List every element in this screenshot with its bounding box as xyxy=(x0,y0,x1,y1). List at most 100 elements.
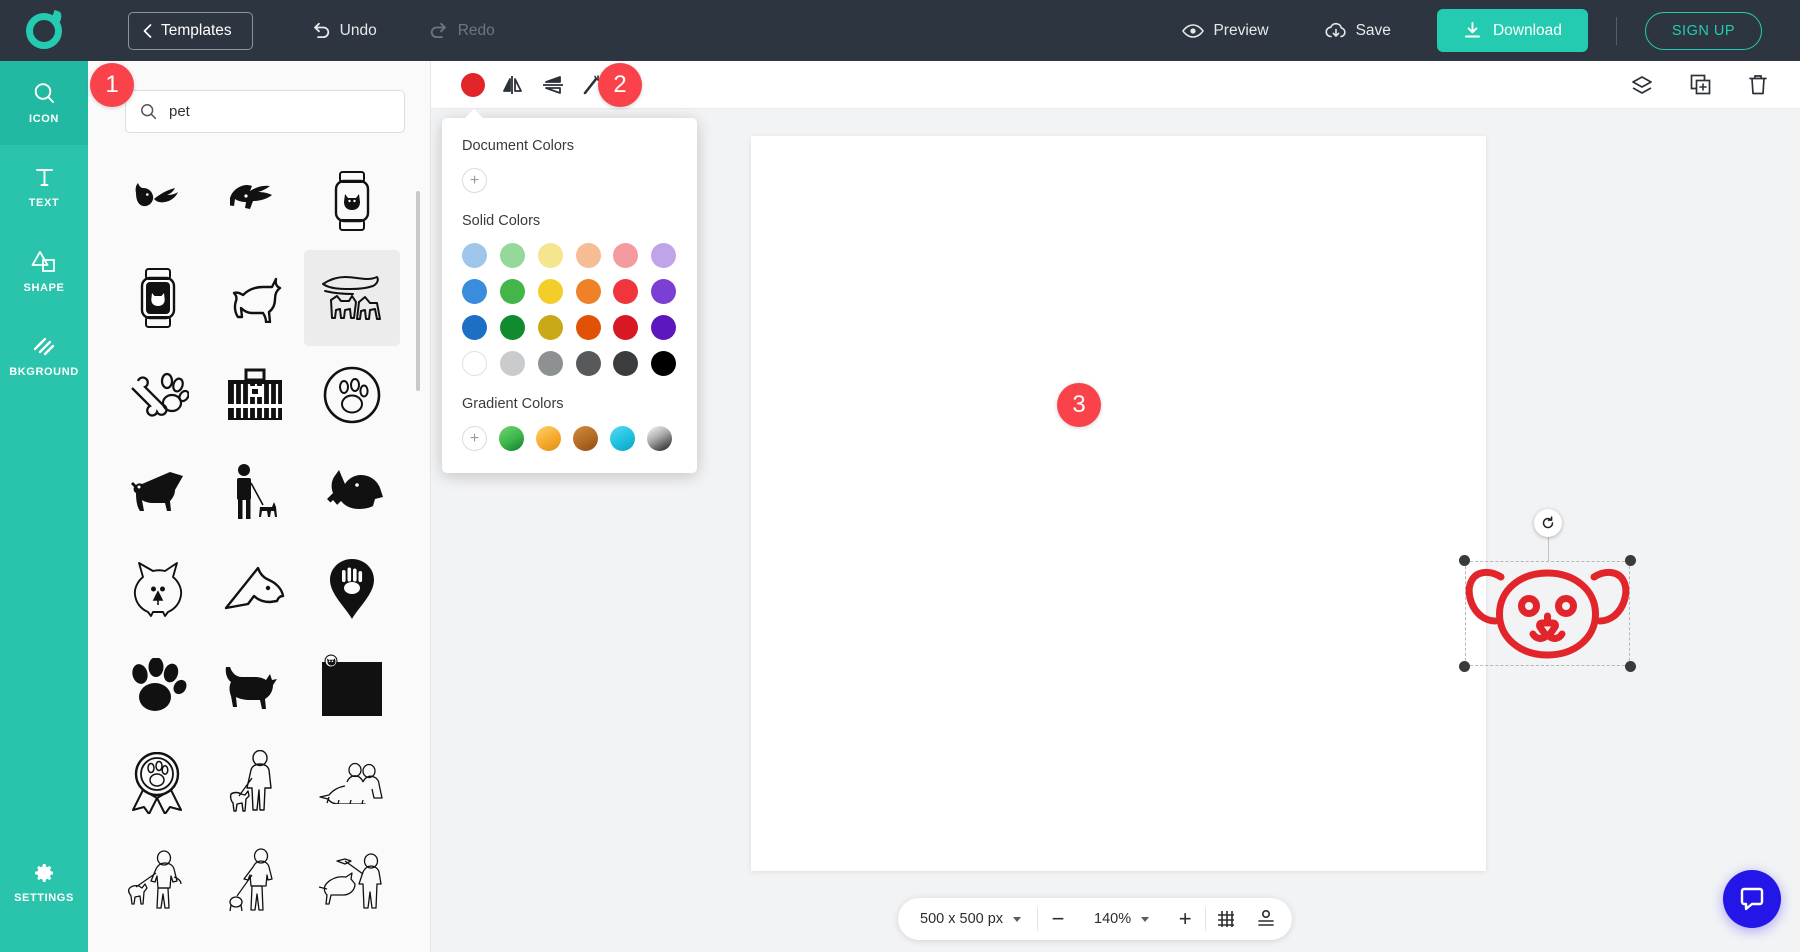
solid-color-swatch-21[interactable] xyxy=(576,351,601,376)
solid-color-swatch-15[interactable] xyxy=(576,315,601,340)
resize-handle-bottom-left[interactable] xyxy=(1459,661,1470,672)
icon-result-woman-walking-dog-outline[interactable] xyxy=(110,832,206,928)
icon-result-woman-walking-pug-outline[interactable] xyxy=(207,832,303,928)
icon-result-woman-holding-dog-outline[interactable] xyxy=(110,929,206,952)
signup-button[interactable]: SIGN UP xyxy=(1645,12,1762,50)
icon-result-dog-head-collar-solid[interactable] xyxy=(304,444,400,540)
solid-color-swatch-6[interactable] xyxy=(462,279,487,304)
search-box[interactable] xyxy=(125,90,405,133)
icon-result-dog-standing-outline[interactable] xyxy=(207,250,303,346)
zoom-level-selector[interactable]: 140% xyxy=(1078,898,1165,940)
app-root: Templates Undo Redo Preview xyxy=(0,0,1800,952)
solid-color-swatch-20[interactable] xyxy=(538,351,563,376)
solid-color-swatch-13[interactable] xyxy=(500,315,525,340)
icon-result-paw-award-ribbon-outline[interactable] xyxy=(110,735,206,831)
solid-color-swatch-3[interactable] xyxy=(576,243,601,268)
solid-color-swatch-14[interactable] xyxy=(538,315,563,340)
rotate-handle[interactable] xyxy=(1534,509,1562,537)
icon-result-wolf-face-outline[interactable] xyxy=(110,541,206,637)
solid-color-swatch-11[interactable] xyxy=(651,279,676,304)
solid-color-swatch-17[interactable] xyxy=(651,315,676,340)
solid-color-swatch-22[interactable] xyxy=(613,351,638,376)
solid-color-swatch-7[interactable] xyxy=(500,279,525,304)
sidebar-item-settings[interactable]: SETTINGS xyxy=(0,840,88,924)
app-logo[interactable] xyxy=(0,0,88,61)
icon-result-dog-with-hand-petting[interactable] xyxy=(207,153,303,249)
solid-color-swatch-10[interactable] xyxy=(613,279,638,304)
preview-button[interactable]: Preview xyxy=(1172,14,1278,48)
resize-handle-bottom-right[interactable] xyxy=(1625,661,1636,672)
gradient-color-swatch-3[interactable] xyxy=(610,426,635,451)
search-input[interactable] xyxy=(169,103,369,120)
step-badge-3: 3 xyxy=(1057,383,1101,427)
flip-vertical-icon xyxy=(541,75,565,95)
color-picker-swatch[interactable] xyxy=(453,65,493,105)
icon-result-smartwatch-cat-solid[interactable] xyxy=(110,250,206,346)
download-label: Download xyxy=(1493,22,1562,40)
icon-result-dog-head-profile-outline[interactable] xyxy=(207,541,303,637)
solid-color-swatch-1[interactable] xyxy=(500,243,525,268)
icon-result-paw-in-circle-outline[interactable] xyxy=(304,347,400,443)
undo-button[interactable]: Undo xyxy=(301,14,387,48)
redo-button[interactable]: Redo xyxy=(419,14,505,48)
icon-result-cat-and-dog-silhouette[interactable] xyxy=(110,153,206,249)
download-button[interactable]: Download xyxy=(1437,9,1588,52)
solid-color-swatch-0[interactable] xyxy=(462,243,487,268)
icon-result-person-back-walking-dog-outline[interactable] xyxy=(207,735,303,831)
flip-vertical-button[interactable] xyxy=(533,65,573,105)
solid-color-swatch-18[interactable] xyxy=(462,351,487,376)
solid-color-swatch-9[interactable] xyxy=(576,279,601,304)
resize-handle-top-right[interactable] xyxy=(1625,555,1636,566)
sidebar-item-shape[interactable]: SHAPE xyxy=(0,229,88,313)
gradient-color-swatch-4[interactable] xyxy=(647,426,672,451)
sidebar-item-background[interactable]: BKGROUND xyxy=(0,313,88,397)
gradient-color-swatch-1[interactable] xyxy=(536,426,561,451)
save-button[interactable]: Save xyxy=(1315,14,1401,48)
icon-result-woman-throwing-toy-dog-outline[interactable] xyxy=(304,832,400,928)
icon-result-hand-petting-dogs-outline[interactable] xyxy=(304,250,400,346)
solid-color-swatch-8[interactable] xyxy=(538,279,563,304)
delete-button[interactable] xyxy=(1738,65,1778,105)
zoom-in-button[interactable]: + xyxy=(1165,898,1205,940)
solid-color-swatch-12[interactable] xyxy=(462,315,487,340)
solid-color-swatch-16[interactable] xyxy=(613,315,638,340)
gradient-color-swatch-2[interactable] xyxy=(573,426,598,451)
icon-result-dog-badge-square-solid[interactable] xyxy=(304,638,400,734)
sidebar-item-text[interactable]: TEXT xyxy=(0,145,88,229)
icon-result-person-with-dog-outline[interactable] xyxy=(304,929,400,952)
solid-color-swatch-19[interactable] xyxy=(500,351,525,376)
sidebar-item-icon[interactable]: ICON xyxy=(0,61,88,145)
canvas-size-selector[interactable]: 500 x 500 px xyxy=(904,898,1037,940)
icon-result-paw-location-pin-solid[interactable] xyxy=(304,541,400,637)
duplicate-button[interactable] xyxy=(1680,65,1720,105)
resize-handle-top-left[interactable] xyxy=(1459,555,1470,566)
add-gradient-color-button[interactable]: + xyxy=(462,426,487,451)
solid-color-swatch-2[interactable] xyxy=(538,243,563,268)
icon-result-pet-carrier-solid[interactable] xyxy=(207,347,303,443)
icon-result-person-walking-dog-solid[interactable] xyxy=(207,444,303,540)
artboard[interactable] xyxy=(751,136,1486,871)
icon-result-smartwatch-cat-outline[interactable] xyxy=(304,153,400,249)
templates-button[interactable]: Templates xyxy=(128,12,253,50)
icon-result-people-petting-dog-outline[interactable] xyxy=(304,735,400,831)
add-document-color-button[interactable]: + xyxy=(462,168,487,193)
flip-horizontal-button[interactable] xyxy=(493,65,533,105)
layers-button[interactable] xyxy=(1622,65,1662,105)
toggle-grid-button[interactable] xyxy=(1206,898,1246,940)
solid-color-swatch-5[interactable] xyxy=(651,243,676,268)
panel-scrollbar[interactable] xyxy=(416,191,420,391)
icon-result-paw-print-solid[interactable] xyxy=(110,638,206,734)
align-bottom-button[interactable] xyxy=(1246,898,1286,940)
solid-color-swatch-23[interactable] xyxy=(651,351,676,376)
dog-head-collar-solid-icon xyxy=(321,468,383,516)
chat-widget-button[interactable] xyxy=(1723,870,1781,928)
icon-result-bone-and-paw-outline[interactable] xyxy=(110,347,206,443)
icon-result-woman-pointing-dog-outline[interactable] xyxy=(207,929,303,952)
gradient-color-swatch-0[interactable] xyxy=(499,426,524,451)
icon-result-cat-walking-solid[interactable] xyxy=(207,638,303,734)
icon-result-dog-on-leash-solid[interactable] xyxy=(110,444,206,540)
solid-color-swatch-4[interactable] xyxy=(613,243,638,268)
zoom-out-button[interactable]: − xyxy=(1038,898,1078,940)
canvas-object[interactable] xyxy=(1465,561,1630,666)
person-back-walking-dog-outline-icon xyxy=(227,750,283,816)
